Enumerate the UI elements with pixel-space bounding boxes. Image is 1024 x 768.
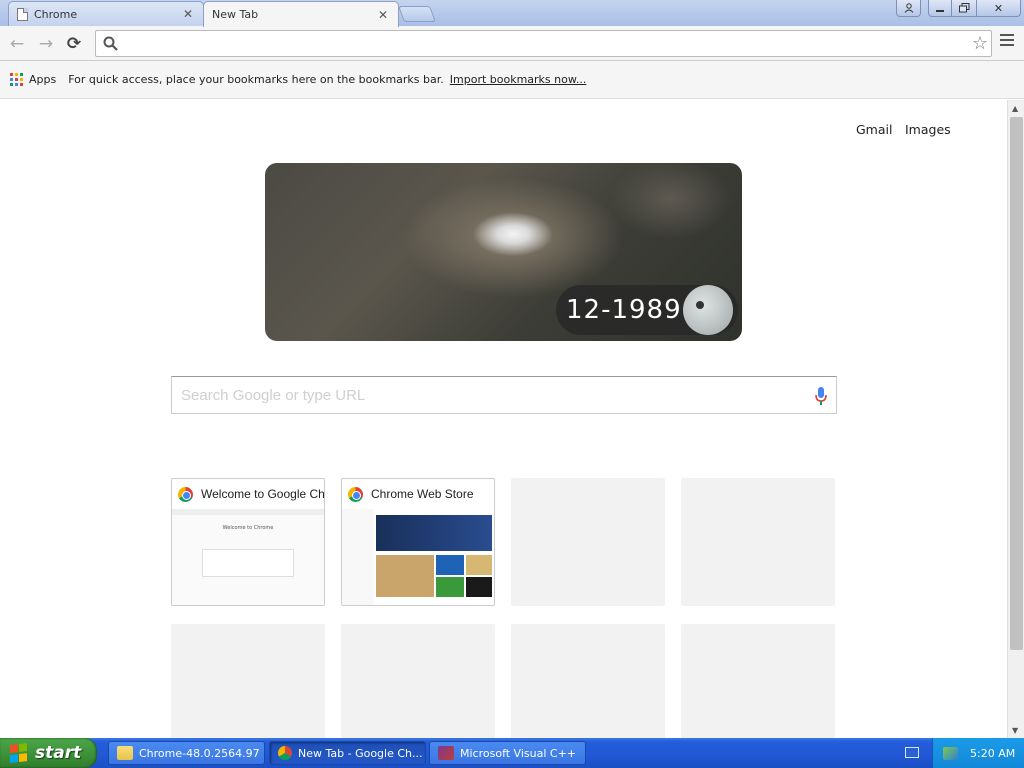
- taskbar-item-label: Chrome-48.0.2564.97: [139, 746, 260, 760]
- close-icon[interactable]: ✕: [976, 0, 1021, 17]
- tab-close-icon[interactable]: ✕: [181, 7, 195, 21]
- taskbar-item-label: New Tab - Google Ch...: [298, 746, 423, 760]
- tab-label: New Tab: [212, 8, 259, 21]
- scroll-down-icon[interactable]: ▼: [1012, 726, 1018, 735]
- taskbar-item-visual-cpp[interactable]: Microsoft Visual C++: [429, 741, 586, 765]
- reload-icon[interactable]: ⟳: [64, 34, 84, 54]
- new-tab-page: Gmail Images 12-1989 Welcome to Google C…: [0, 100, 1007, 738]
- doodle-date: 12-1989: [566, 295, 682, 325]
- tab-label: Chrome: [34, 7, 78, 21]
- empty-tile: [511, 478, 665, 606]
- forward-arrow-icon[interactable]: →: [36, 34, 56, 54]
- microphone-icon[interactable]: [814, 386, 828, 406]
- search-input[interactable]: [181, 377, 801, 413]
- minimize-icon[interactable]: [928, 0, 952, 17]
- chrome-icon: [278, 746, 292, 760]
- person-icon[interactable]: [896, 0, 921, 17]
- bookmarks-hint: For quick access, place your bookmarks h…: [68, 73, 444, 86]
- search-box[interactable]: [171, 376, 837, 414]
- doodle-date-badge: 12-1989: [556, 285, 738, 335]
- tab-new-tab[interactable]: New Tab ✕: [203, 1, 399, 27]
- page-icon: [17, 7, 28, 21]
- omnibox[interactable]: ☆: [95, 30, 992, 57]
- scroll-up-icon[interactable]: ▲: [1012, 104, 1018, 113]
- chrome-icon: [348, 486, 363, 502]
- windows-logo-icon: [10, 743, 28, 763]
- empty-tile: [681, 478, 835, 606]
- tile-thumbnail: Welcome to Chrome: [172, 509, 324, 605]
- chrome-icon: [178, 486, 193, 502]
- new-tab-button[interactable]: [398, 6, 436, 22]
- empty-tile: [681, 624, 835, 738]
- folder-icon: [117, 746, 133, 760]
- title-bar: Chrome ✕ New Tab ✕ ✕: [0, 0, 1024, 27]
- system-tray: 5:20 AM: [932, 738, 1024, 768]
- keyboard-icon[interactable]: [905, 747, 919, 758]
- hamburger-menu-icon[interactable]: [1000, 34, 1014, 49]
- start-label: start: [35, 743, 82, 763]
- globe-icon: [683, 285, 733, 335]
- most-visited-tile[interactable]: Chrome Web Store: [341, 478, 495, 606]
- images-link[interactable]: Images: [905, 122, 951, 137]
- taskbar-item-folder[interactable]: Chrome-48.0.2564.97: [108, 741, 265, 765]
- taskbar: start Chrome-48.0.2564.97 New Tab - Goog…: [0, 738, 1024, 768]
- clock[interactable]: 5:20 AM: [970, 747, 1015, 760]
- empty-tile: [171, 624, 325, 738]
- tile-thumbnail: [342, 509, 494, 605]
- toolbar: ← → ⟳ ☆: [0, 26, 1024, 61]
- tile-title: Welcome to Google Chrome: [201, 487, 324, 501]
- vertical-scrollbar[interactable]: ▲ ▼: [1007, 100, 1024, 738]
- browser-window: Chrome ✕ New Tab ✕ ✕ ← → ⟳ ☆ Apps For qu…: [0, 0, 1024, 738]
- visual-cpp-icon: [438, 746, 454, 760]
- back-arrow-icon[interactable]: ←: [7, 34, 27, 54]
- star-icon[interactable]: ☆: [972, 33, 988, 54]
- google-doodle[interactable]: 12-1989: [265, 163, 742, 341]
- network-icon[interactable]: [943, 746, 958, 760]
- empty-tile: [341, 624, 495, 738]
- restore-icon[interactable]: [951, 0, 977, 17]
- taskbar-item-chrome[interactable]: New Tab - Google Ch...: [269, 741, 426, 765]
- search-icon: [103, 36, 118, 51]
- bookmarks-bar: Apps For quick access, place your bookma…: [0, 61, 1024, 99]
- start-button[interactable]: start: [0, 738, 97, 768]
- scrollbar-thumb[interactable]: [1010, 117, 1023, 650]
- gmail-link[interactable]: Gmail: [856, 122, 892, 137]
- tile-title: Chrome Web Store: [371, 487, 474, 501]
- import-bookmarks-link[interactable]: Import bookmarks now...: [450, 73, 587, 86]
- tab-chrome[interactable]: Chrome ✕: [8, 1, 204, 26]
- taskbar-item-label: Microsoft Visual C++: [460, 746, 577, 760]
- most-visited-tile[interactable]: Welcome to Google Chrome Welcome to Chro…: [171, 478, 325, 606]
- empty-tile: [511, 624, 665, 738]
- tab-close-icon[interactable]: ✕: [376, 8, 390, 22]
- thumbnail-heading: Welcome to Chrome: [222, 525, 274, 531]
- apps-link[interactable]: Apps: [29, 73, 56, 86]
- apps-grid-icon[interactable]: [10, 73, 23, 86]
